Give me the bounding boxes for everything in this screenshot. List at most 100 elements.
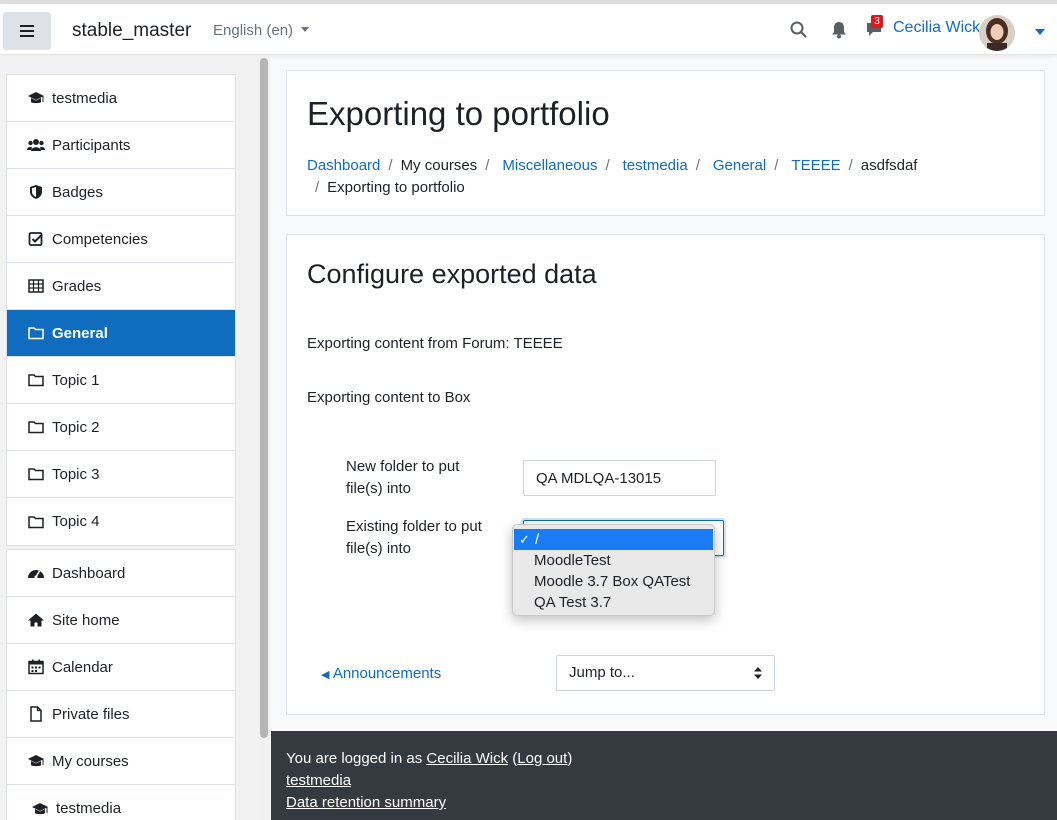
new-folder-label: New folder to put file(s) into: [346, 458, 460, 497]
drawer-item-label: testmedia: [52, 89, 118, 107]
graduation-cap-icon: [32, 802, 48, 814]
graduation-cap-icon: [28, 755, 44, 767]
breadcrumb-my-courses: My courses: [400, 157, 478, 174]
search-icon[interactable]: [790, 21, 807, 38]
folder-icon: [28, 374, 44, 387]
course-nav-list: testmedia Participants Badges Competenci…: [6, 74, 236, 546]
drawer-item-private-files[interactable]: Private files: [7, 691, 235, 738]
folder-icon: [28, 327, 44, 340]
breadcrumb-asdfsdaf: asdfsdaf: [860, 157, 918, 174]
user-menu-name[interactable]: Cecilia Wick: [893, 19, 980, 37]
breadcrumb-dashboard[interactable]: Dashboard: [307, 157, 380, 174]
graduation-cap-icon: [28, 92, 44, 104]
drawer-item-label: Topic 2: [52, 418, 100, 436]
drawer-item-label: Topic 4: [52, 513, 100, 530]
drawer-item-participants[interactable]: Participants: [7, 122, 235, 169]
nav-drawer: testmedia Participants Badges Competenci…: [0, 56, 270, 820]
existing-folder-label: Existing folder to put file(s) into: [346, 518, 482, 557]
drawer-item-label: Topic 1: [52, 371, 100, 389]
drawer-item-calendar[interactable]: Calendar: [7, 644, 235, 691]
drawer-item-label: Calendar: [52, 658, 113, 676]
section-title: Configure exported data: [307, 259, 597, 289]
table-icon: [28, 279, 44, 293]
select-arrows-icon: [754, 667, 762, 679]
site-nav-list: Dashboard Site home Calendar Private fil…: [6, 549, 236, 820]
drawer-item-site-home[interactable]: Site home: [7, 597, 235, 644]
page-title: Exporting to portfolio: [307, 95, 610, 132]
dashboard-icon: [28, 570, 44, 579]
data-retention-link[interactable]: Data retention summary: [286, 794, 446, 811]
users-icon: [27, 139, 45, 151]
breadcrumb: Dashboard / My courses / Miscellaneous / testm…: [307, 157, 918, 196]
drawer-item-my-courses[interactable]: My courses: [7, 738, 235, 785]
drawer-item-badges[interactable]: Badges: [7, 169, 235, 216]
bell-icon[interactable]: [831, 21, 847, 39]
drawer-item-label: Badges: [52, 183, 103, 201]
hamburger-icon: [20, 25, 34, 37]
site-name[interactable]: stable_master: [72, 20, 191, 42]
avatar[interactable]: [979, 15, 1015, 51]
footer-user-link[interactable]: Cecilia Wick: [426, 750, 508, 767]
calendar-icon: [28, 659, 44, 675]
drawer-item-competencies[interactable]: Competencies: [7, 216, 235, 263]
folder-option-root[interactable]: ✓ /: [514, 529, 713, 550]
drawer-toggle-button[interactable]: [3, 12, 51, 50]
page-header: Exporting to portfolio Dashboard / My cour…: [286, 70, 1045, 216]
main-content: Configure exported data Exporting conten…: [286, 234, 1045, 715]
breadcrumb-teeee[interactable]: TEEEE: [791, 157, 840, 174]
breadcrumb-current: Exporting to portfolio: [327, 179, 465, 196]
triangle-left-icon: ◀: [321, 669, 330, 681]
folder-option-qa-test[interactable]: QA Test 3.7: [513, 592, 714, 613]
page-footer: You are logged in as Cecilia Wick (Log o…: [271, 731, 1057, 820]
shield-icon: [30, 185, 42, 199]
login-info: You are logged in as Cecilia Wick (Log o…: [286, 750, 573, 767]
user-menu-chevron-icon[interactable]: [1035, 29, 1045, 35]
drawer-item-testmedia[interactable]: testmedia: [7, 75, 235, 122]
drawer-item-label: General: [52, 324, 108, 342]
top-navbar: stable_master English (en) 3 Cecilia Wic…: [0, 0, 1057, 55]
logout-link[interactable]: Log out: [517, 750, 567, 767]
drawer-scrollbar[interactable]: [258, 56, 270, 820]
breadcrumb-general[interactable]: General: [713, 157, 766, 174]
chevron-down-icon: [301, 27, 310, 32]
breadcrumb-testmedia[interactable]: testmedia: [623, 157, 688, 174]
jump-to-select[interactable]: Jump to...: [556, 655, 775, 691]
folder-icon: [28, 421, 44, 434]
home-icon: [28, 613, 44, 627]
drawer-item-label: Competencies: [52, 230, 148, 248]
prev-activity-link[interactable]: ◀ Announcements: [321, 665, 441, 682]
new-folder-input[interactable]: [523, 460, 716, 496]
file-icon: [30, 706, 42, 722]
drawer-item-label: My courses: [52, 752, 129, 770]
exporting-from-text: Exporting content from Forum: TEEEE: [307, 335, 563, 352]
drawer-item-general[interactable]: General: [7, 310, 235, 357]
drawer-item-testmedia-course[interactable]: testmedia: [7, 785, 235, 820]
jump-to-label: Jump to...: [569, 664, 635, 681]
drawer-item-label: Participants: [52, 136, 131, 154]
drawer-item-label: testmedia: [56, 800, 122, 817]
language-label: English (en): [213, 22, 294, 39]
drawer-item-label: Private files: [52, 705, 130, 723]
language-menu[interactable]: English (en): [213, 22, 310, 39]
check-square-icon: [28, 232, 43, 246]
message-count-badge: 3: [871, 15, 883, 28]
folder-option-moodletest[interactable]: MoodleTest: [513, 550, 714, 571]
drawer-item-label: Site home: [52, 611, 120, 629]
breadcrumb-miscellaneous[interactable]: Miscellaneous: [502, 157, 597, 174]
drawer-item-dashboard[interactable]: Dashboard: [7, 550, 235, 597]
drawer-item-grades[interactable]: Grades: [7, 263, 235, 310]
checkmark-icon: ✓: [519, 532, 530, 547]
drawer-item-label: Grades: [52, 277, 102, 295]
drawer-item-label: Topic 3: [52, 465, 100, 483]
folder-option-moodle-box-qatest[interactable]: Moodle 3.7 Box QATest: [513, 571, 714, 592]
drawer-item-label: Dashboard: [52, 564, 126, 582]
scrollbar-thumb[interactable]: [260, 58, 268, 738]
footer-course-link[interactable]: testmedia: [286, 772, 351, 789]
drawer-item-topic-3[interactable]: Topic 3: [7, 451, 235, 498]
existing-folder-dropdown: ✓ / MoodleTest Moodle 3.7 Box QATest QA T…: [512, 524, 715, 616]
drawer-item-topic-4[interactable]: Topic 4: [7, 498, 235, 545]
drawer-item-topic-1[interactable]: Topic 1: [7, 357, 235, 404]
drawer-item-topic-2[interactable]: Topic 2: [7, 404, 235, 451]
exporting-to-text: Exporting content to Box: [307, 389, 471, 406]
folder-icon: [28, 468, 44, 481]
